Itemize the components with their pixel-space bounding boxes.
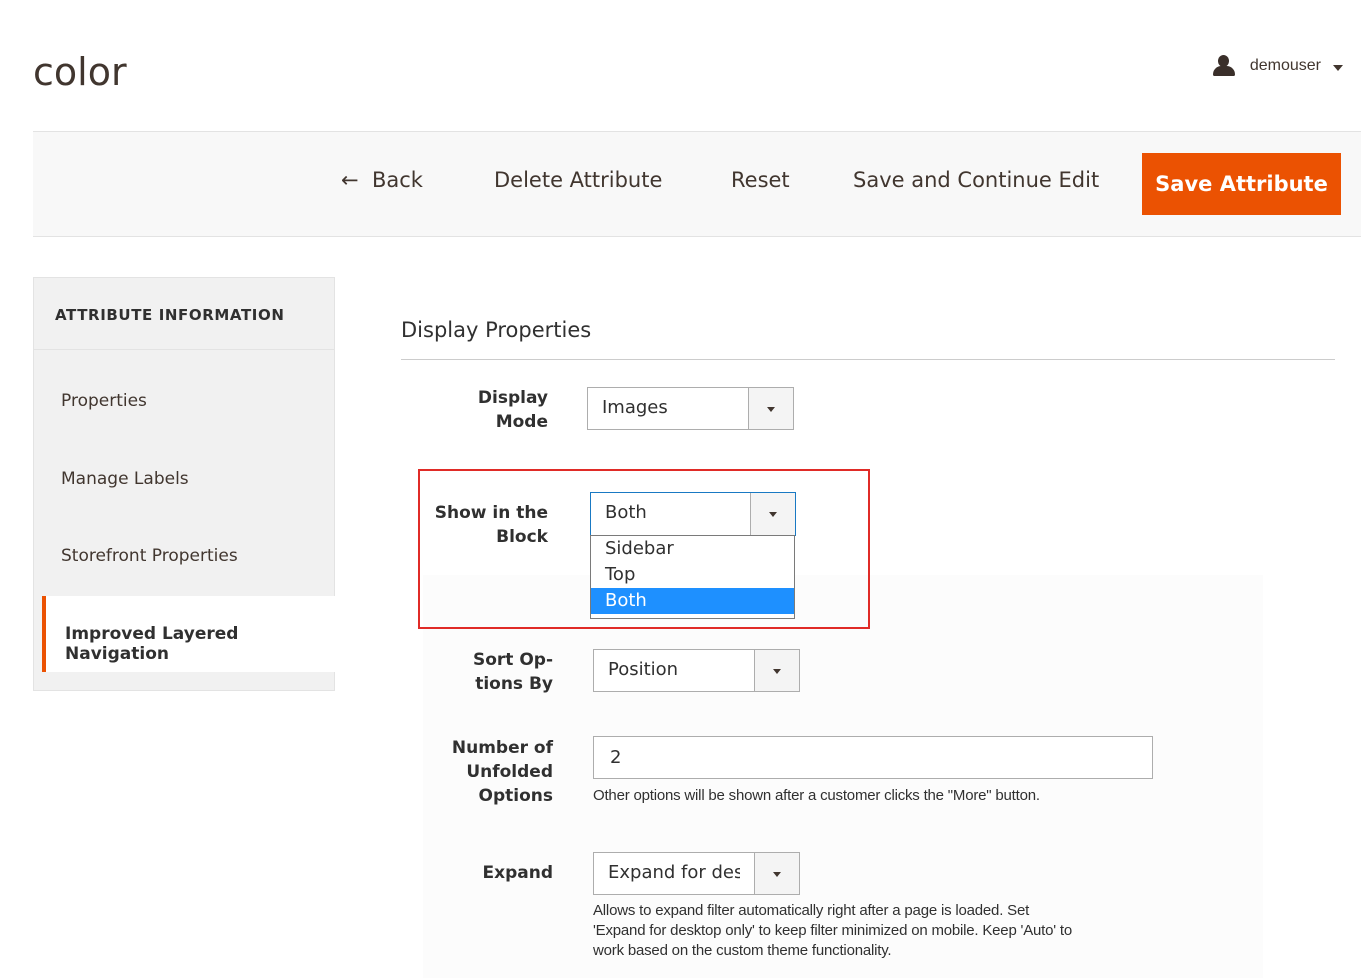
unfolded-options-note: Other options will be shown after a cust… [593, 787, 1040, 804]
show-in-block-select[interactable]: Both [590, 492, 796, 536]
expand-select[interactable]: Expand for desktop only [593, 852, 800, 895]
option-sidebar[interactable]: Sidebar [591, 536, 794, 562]
dropdown-toggle[interactable] [754, 650, 799, 691]
page-title: color [33, 50, 127, 94]
section-title: Display Properties [401, 318, 592, 342]
unfolded-options-label: Number of Unfolded Options [451, 738, 553, 806]
display-mode-select[interactable]: Images [587, 387, 794, 430]
save-and-continue-button[interactable]: Save and Continue Edit [853, 168, 1099, 192]
delete-attribute-button[interactable]: Delete Attribute [494, 168, 662, 192]
save-attribute-button[interactable]: Save Attribute [1142, 153, 1341, 215]
user-name: demouser [1249, 57, 1321, 74]
show-in-block-label: Show in the Block [434, 503, 548, 547]
user-menu[interactable]: demouser [1212, 54, 1343, 78]
back-label: Back [371, 168, 423, 192]
chevron-down-icon [769, 512, 777, 517]
dropdown-toggle[interactable] [750, 493, 795, 535]
sort-options-label: Sort Op- tions By [472, 650, 553, 694]
dropdown-toggle[interactable] [754, 853, 799, 894]
back-button[interactable]: ← Back [341, 168, 423, 192]
chevron-down-icon [773, 871, 781, 877]
expand-label: Expand [482, 863, 554, 883]
attribute-info-sidebar: ATTRIBUTE INFORMATION Properties Manage … [33, 277, 338, 691]
sort-options-select[interactable]: Position [593, 649, 800, 692]
chevron-down-icon [1333, 65, 1343, 71]
show-in-block-options: Sidebar Top Both [590, 535, 795, 619]
sidebar-item-label: Improved Layered Navigation [65, 624, 239, 664]
sidebar-item-storefront-properties[interactable]: Storefront Properties [61, 546, 238, 566]
section-divider [401, 359, 1335, 360]
option-both[interactable]: Both [591, 588, 794, 614]
sidebar-title: ATTRIBUTE INFORMATION [55, 306, 285, 324]
display-mode-label: Display Mode [477, 388, 548, 432]
sidebar-divider [34, 349, 334, 350]
reset-button[interactable]: Reset [731, 168, 790, 192]
chevron-down-icon [767, 406, 775, 412]
expand-note: Allows to expand filter automatically ri… [593, 902, 1073, 959]
dropdown-toggle[interactable] [748, 388, 793, 429]
user-icon [1212, 54, 1236, 78]
sidebar-item-improved-layered-navigation[interactable]: Improved Layered Navigation [42, 596, 338, 672]
option-top[interactable]: Top [591, 562, 794, 588]
sidebar-item-properties[interactable]: Properties [61, 391, 147, 411]
chevron-down-icon [773, 668, 781, 674]
back-arrow-icon: ← [341, 168, 359, 192]
unfolded-options-input[interactable]: 2 [593, 736, 1153, 779]
sidebar-item-manage-labels[interactable]: Manage Labels [61, 469, 189, 489]
